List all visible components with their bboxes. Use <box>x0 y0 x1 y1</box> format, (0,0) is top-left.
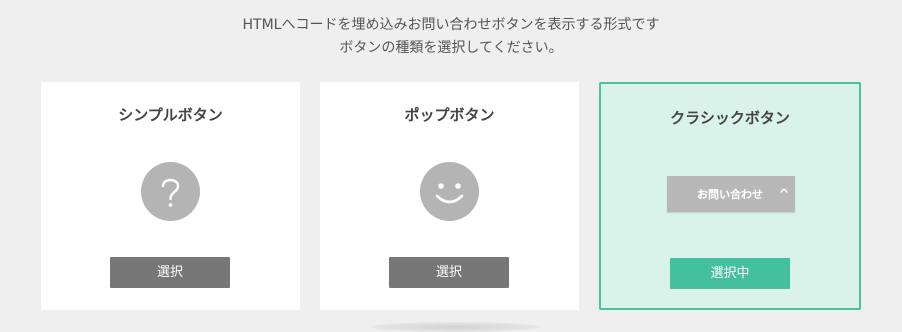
card-simple-button[interactable]: シンプルボタン 選択 <box>41 82 300 310</box>
card-classic-button[interactable]: クラシックボタン お問い合わせ 選択中 <box>599 82 861 310</box>
intro-text: HTMLへコードを埋め込みお問い合わせボタンを表示する形式です ボタンの種類を選… <box>0 14 902 60</box>
card-pop-button[interactable]: ポップボタン 選択 <box>320 82 579 310</box>
button-type-cards: シンプルボタン 選択 ポップボタン 選択 クラシックボタン お問い合わせ 選択中 <box>41 82 861 310</box>
classic-button-preview: お問い合わせ <box>667 176 795 212</box>
card-title: ポップボタン <box>404 106 495 124</box>
card-title: シンプルボタン <box>118 106 223 124</box>
scroll-shadow <box>370 322 540 332</box>
selected-button[interactable]: 選択中 <box>670 258 790 289</box>
smiley-icon <box>420 162 479 221</box>
intro-line-1: HTMLへコードを埋め込みお問い合わせボタンを表示する形式です <box>242 17 660 33</box>
select-button[interactable]: 選択 <box>389 257 509 288</box>
chevron-up-icon <box>779 186 789 196</box>
card-title: クラシックボタン <box>670 109 790 127</box>
select-button[interactable]: 選択 <box>110 257 230 288</box>
intro-line-2: ボタンの種類を選択してください。 <box>339 40 563 56</box>
question-icon <box>141 162 200 221</box>
preview-label: お問い合わせ <box>697 188 763 201</box>
